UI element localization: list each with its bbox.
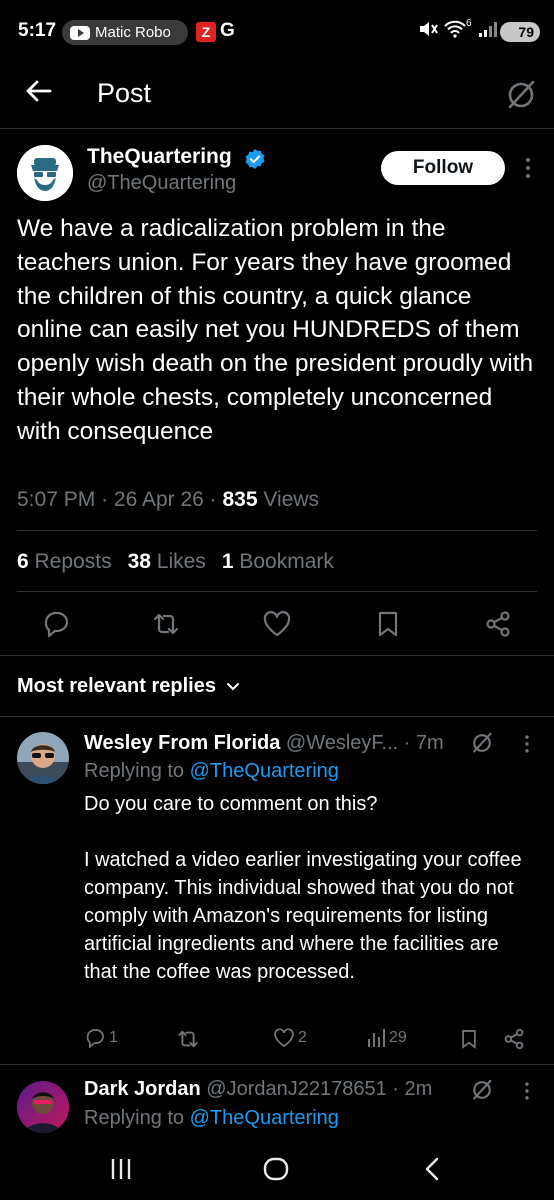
replying-to: Replying to @TheQuartering xyxy=(84,760,339,783)
battery-indicator: 79 xyxy=(500,22,540,42)
replies-sort-label: Most relevant replies xyxy=(17,675,216,697)
home-icon[interactable] xyxy=(262,1156,290,1182)
repost-icon xyxy=(178,1030,198,1048)
reply-avatar[interactable] xyxy=(17,732,69,784)
replying-to-handle[interactable]: @TheQuartering xyxy=(190,1107,339,1129)
reply-time: · 7m xyxy=(403,732,444,754)
reply-divider xyxy=(0,1064,554,1065)
post-time: 5:07 PM xyxy=(17,488,96,511)
reply-avatar[interactable] xyxy=(17,1081,69,1133)
replying-prefix: Replying to xyxy=(84,760,185,782)
cell-signal-icon xyxy=(478,22,497,37)
signal-label: 6 xyxy=(466,17,472,29)
battery-level: 79 xyxy=(518,24,534,40)
author-name[interactable]: TheQuartering xyxy=(87,145,232,169)
likes-stat[interactable]: 38 Likes xyxy=(128,550,206,574)
author-handle[interactable]: @TheQuartering xyxy=(87,172,236,195)
reply-like-action[interactable]: 2 xyxy=(273,1027,307,1049)
bookmark-icon xyxy=(462,1030,476,1049)
share-icon xyxy=(504,1028,524,1050)
chevron-down-icon xyxy=(226,682,239,690)
grok-icon[interactable] xyxy=(504,78,538,112)
recents-icon[interactable] xyxy=(108,1156,134,1182)
views-label: Views xyxy=(263,488,320,511)
more-options-icon[interactable] xyxy=(521,1080,533,1102)
reply-header: Dark Jordan @JordanJ22178651 · 2m xyxy=(84,1078,432,1101)
meta-separator: · xyxy=(209,488,217,511)
like-icon[interactable] xyxy=(262,609,292,639)
back-arrow-icon[interactable] xyxy=(24,76,54,106)
reply-author-name[interactable]: Wesley From Florida xyxy=(84,732,280,754)
youtube-icon xyxy=(70,25,90,40)
g-app-icon: G xyxy=(220,20,235,41)
reply-action-bar: 1 2 29 xyxy=(84,1027,534,1057)
replying-prefix: Replying to xyxy=(84,1107,185,1129)
reply-text: Do you care to comment on this? I watche… xyxy=(84,793,522,983)
reply-author-handle[interactable]: @WesleyF... xyxy=(286,732,398,754)
replying-to: Replying to @TheQuartering xyxy=(84,1107,339,1130)
z-app-icon: Z xyxy=(196,22,216,42)
reply-author-name[interactable]: Dark Jordan xyxy=(84,1078,201,1100)
share-icon[interactable] xyxy=(483,609,513,639)
reply-bookmark-action[interactable] xyxy=(458,1027,480,1051)
likes-label: Likes xyxy=(156,550,206,573)
post-action-bar xyxy=(0,607,554,641)
replying-to-handle[interactable]: @TheQuartering xyxy=(190,760,339,782)
system-icons: 6 xyxy=(418,17,498,38)
reply-repost-action[interactable] xyxy=(176,1027,200,1051)
reply-reply-action[interactable]: 1 xyxy=(84,1027,118,1049)
likes-count: 38 xyxy=(127,550,151,573)
bookmarks-count: 1 xyxy=(221,550,234,573)
more-options-icon[interactable] xyxy=(521,156,535,180)
verified-badge-icon xyxy=(245,149,265,169)
post-text: We have a radicalization problem in the … xyxy=(17,215,534,445)
reply-avatar-image xyxy=(17,732,69,784)
reply-like-count: 2 xyxy=(298,1029,307,1046)
stats-divider xyxy=(17,591,537,592)
post-date: 26 Apr 26 xyxy=(113,488,204,511)
header-divider xyxy=(0,128,554,129)
reply-avatar-image xyxy=(17,1081,69,1133)
media-pill-label: Matic Robo xyxy=(95,24,171,41)
meta-divider xyxy=(17,530,537,531)
reply-count: 1 xyxy=(109,1029,118,1046)
reply-views-action[interactable]: 29 xyxy=(366,1027,407,1049)
reposts-label: Reposts xyxy=(34,550,112,573)
reply-author-handle[interactable]: @JordanJ22178651 xyxy=(206,1078,386,1100)
reposts-count: 6 xyxy=(17,550,29,573)
like-icon xyxy=(274,1028,294,1048)
back-nav-icon[interactable] xyxy=(420,1156,444,1182)
system-nav-bar xyxy=(0,1140,554,1200)
post-stats: 6 Reposts 38 Likes 1 Bookmark xyxy=(17,550,334,574)
grok-icon[interactable] xyxy=(470,731,494,755)
more-options-icon[interactable] xyxy=(521,733,533,755)
status-time: 5:17 xyxy=(18,20,57,41)
reply-time: · 2m xyxy=(392,1078,433,1100)
reply-icon[interactable] xyxy=(41,609,71,639)
reply-header: Wesley From Florida @WesleyF... · 7m xyxy=(84,732,444,755)
wifi-icon xyxy=(444,20,466,38)
reposts-stat[interactable]: 6 Reposts xyxy=(17,550,112,574)
bookmarks-stat[interactable]: 1 Bookmark xyxy=(222,550,334,574)
repost-icon[interactable] xyxy=(151,609,181,639)
bookmark-icon[interactable] xyxy=(373,609,403,639)
meta-separator: · xyxy=(101,488,109,511)
post-meta: 5:07 PM · 26 Apr 26 · 835 Views xyxy=(17,488,319,512)
bookmarks-label: Bookmark xyxy=(239,550,334,573)
mute-icon xyxy=(420,22,438,36)
reply-icon xyxy=(86,1029,104,1049)
replies-sort-dropdown[interactable]: Most relevant replies xyxy=(17,675,240,698)
author-avatar-image xyxy=(17,145,73,201)
author-avatar[interactable] xyxy=(17,145,73,201)
views-count: 835 xyxy=(222,488,258,511)
replies-header-divider xyxy=(0,716,554,717)
reply-share-action[interactable] xyxy=(502,1027,526,1051)
media-pill[interactable]: Matic Robo xyxy=(62,20,188,45)
follow-button[interactable]: Follow xyxy=(381,151,505,185)
actions-divider xyxy=(0,655,554,656)
views-icon xyxy=(368,1029,385,1047)
reply-views-count: 29 xyxy=(389,1029,407,1046)
page-title: Post xyxy=(97,78,152,108)
grok-icon[interactable] xyxy=(470,1078,494,1102)
